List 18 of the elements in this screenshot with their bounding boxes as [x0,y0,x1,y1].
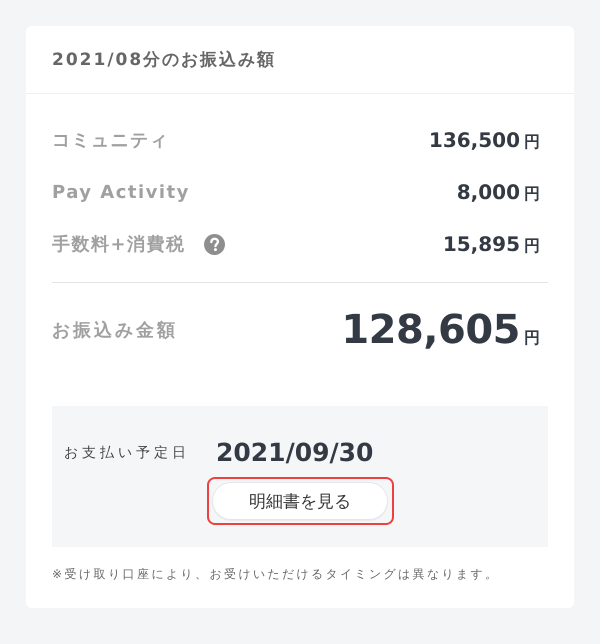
currency-unit: 円 [524,236,540,256]
note-text: ※受け取り口座により、お受けいただけるタイミングは異なります。 [52,566,501,583]
payment-date-label: お支払い予定日 [64,444,190,462]
item-label: Pay Activity [52,182,190,202]
item-label: コミュニティ [52,129,169,152]
item-amount: 8,000 [456,180,520,204]
item-label: 手数料+消費税 [52,233,186,256]
item-amount: 15,895 [442,232,520,256]
card-title: 2021/08分のお振込み額 [52,49,276,71]
payment-date: 2021/09/30 [216,438,374,467]
total-label: お振込み金額 [52,319,178,342]
item-amount: 136,500 [428,128,520,152]
view-statement-button[interactable]: 明細書を見る [212,482,388,520]
currency-unit: 円 [524,132,540,152]
currency-unit: 円 [524,328,540,349]
currency-unit: 円 [524,184,540,204]
total-amount: 128,605 [341,307,520,353]
help-icon[interactable] [204,234,225,254]
